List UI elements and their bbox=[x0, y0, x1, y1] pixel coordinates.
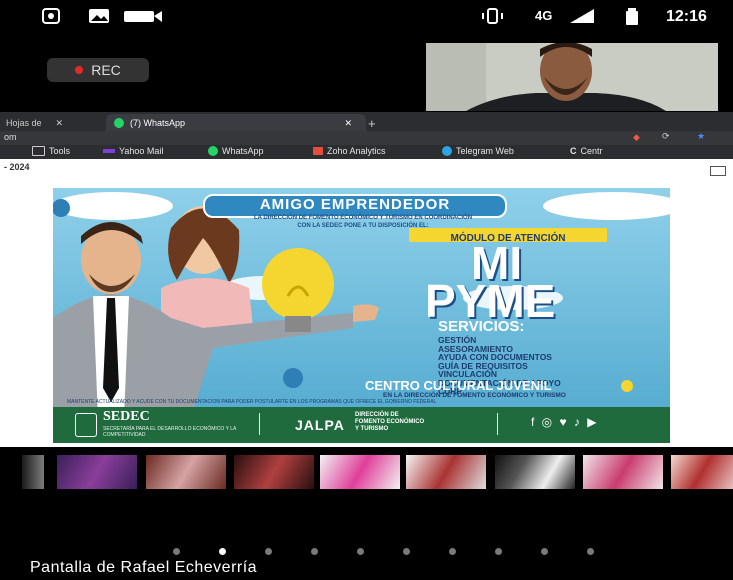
bookmark-yahoo-mail[interactable]: Yahoo Mail bbox=[103, 146, 163, 156]
thumbnail-strip bbox=[0, 450, 733, 495]
close-icon[interactable]: ✕ bbox=[344, 118, 352, 129]
zoho-icon bbox=[313, 147, 323, 155]
flyer-footer: SEDEC SECRETARÍA PARA EL DESARROLLO ECON… bbox=[53, 407, 670, 443]
browser-tab-bar: Hojas de ✕ (7) WhatsApp ✕ + bbox=[0, 112, 733, 132]
screen-share-icon bbox=[42, 8, 62, 24]
thumbnail[interactable] bbox=[320, 455, 400, 489]
thumbnail[interactable] bbox=[22, 455, 44, 489]
battery-icon bbox=[625, 8, 639, 25]
promo-flyer[interactable]: AMIGO EMPRENDEDOR LA DIRECCIÓN DE FOMENT… bbox=[53, 188, 670, 443]
vibrate-icon bbox=[481, 8, 505, 24]
expand-icon[interactable] bbox=[710, 166, 726, 176]
extension-icon[interactable]: ◆ bbox=[633, 132, 640, 143]
page-dot[interactable] bbox=[587, 548, 594, 555]
url-fragment: om bbox=[4, 132, 17, 142]
gallery-icon bbox=[88, 8, 110, 24]
sedec-name: SEDEC bbox=[103, 409, 150, 424]
thumbnail[interactable] bbox=[146, 455, 226, 489]
jalpa-logo: JALPA bbox=[295, 417, 345, 433]
status-bar: 4G 12:16 bbox=[0, 0, 733, 36]
signal-icon bbox=[568, 8, 596, 24]
tab-label: (7) WhatsApp bbox=[130, 118, 186, 128]
flyer-intro-line1: LA DIRECCIÓN DE FOMENTO ECONÓMICO Y TURI… bbox=[253, 215, 473, 221]
location-title: CENTRO CULTURAL JUVENIL bbox=[365, 378, 552, 393]
thumbnail[interactable] bbox=[406, 455, 486, 489]
network-type: 4G bbox=[535, 8, 553, 23]
social-icons: f ◎ ♥ ♪ ▶ bbox=[531, 415, 599, 429]
bookmark-tools[interactable]: Tools bbox=[32, 146, 70, 156]
sedec-sub: SECRETARÍA PARA EL DESARROLLO ECONÓMICO … bbox=[103, 426, 237, 438]
share-icon[interactable]: ⟳ bbox=[662, 131, 670, 142]
page-dot[interactable] bbox=[357, 548, 364, 555]
bookmark-whatsapp[interactable]: WhatsApp bbox=[208, 146, 264, 156]
page-dot[interactable] bbox=[173, 548, 180, 555]
bookmarks-bar: Tools Yahoo Mail WhatsApp Zoho Analytics… bbox=[0, 145, 733, 159]
whatsapp-icon bbox=[114, 118, 124, 128]
tab-hojas[interactable]: Hojas de ✕ bbox=[0, 114, 106, 132]
location-pin-icon bbox=[621, 380, 633, 392]
clock: 12:16 bbox=[666, 8, 707, 25]
tab-label: Hojas de bbox=[6, 118, 42, 128]
bookmark-telegram-web[interactable]: Telegram Web bbox=[442, 146, 514, 156]
bookmark-centr[interactable]: C Centr bbox=[570, 146, 603, 156]
telegram-icon bbox=[442, 146, 452, 156]
page-dot[interactable] bbox=[311, 548, 318, 555]
page-dot-active[interactable] bbox=[219, 548, 226, 555]
flyer-header-text: AMIGO EMPRENDEDOR bbox=[259, 196, 451, 213]
address-bar[interactable]: om ◆ ⟳ ★ bbox=[0, 131, 733, 145]
c-icon: C bbox=[570, 146, 577, 156]
thumbnail[interactable] bbox=[57, 455, 137, 489]
video-camera-icon bbox=[124, 8, 164, 24]
record-dot-icon bbox=[75, 66, 84, 74]
screen-share-caption: Pantalla de Rafael Echeverría bbox=[30, 559, 258, 576]
thumbnail[interactable] bbox=[671, 455, 733, 489]
page-dot[interactable] bbox=[449, 548, 456, 555]
page-dot[interactable] bbox=[403, 548, 410, 555]
divider bbox=[497, 413, 498, 435]
thumbnail[interactable] bbox=[495, 455, 575, 489]
direccion-block: DIRECCIÓN DE FOMENTO ECONÓMICO Y TURISMO bbox=[355, 412, 425, 432]
participant-video[interactable] bbox=[426, 43, 718, 111]
page-dot[interactable] bbox=[265, 548, 272, 555]
location-sub: EN LA DIRECCIÓN DE FOMENTO ECONÓMICO Y T… bbox=[383, 392, 566, 399]
whatsapp-icon bbox=[208, 146, 218, 156]
new-tab-button[interactable]: + bbox=[368, 114, 384, 132]
close-icon[interactable]: ✕ bbox=[56, 118, 64, 129]
services-heading: SERVICIOS: bbox=[438, 318, 525, 335]
sedec-seal-icon bbox=[75, 413, 97, 437]
recording-label: REC bbox=[91, 62, 121, 78]
page-date: - 2024 bbox=[4, 162, 30, 172]
participant-video-image bbox=[426, 43, 718, 111]
thumbnail[interactable] bbox=[234, 455, 314, 489]
page-dot[interactable] bbox=[495, 548, 502, 555]
page-indicator bbox=[170, 546, 610, 556]
bookmark-zoho-analytics[interactable]: Zoho Analytics bbox=[313, 146, 386, 156]
thumbnail[interactable] bbox=[583, 455, 663, 489]
bookmark-star-icon[interactable]: ★ bbox=[697, 131, 705, 142]
tab-whatsapp[interactable]: (7) WhatsApp ✕ bbox=[106, 114, 366, 132]
yahoo-icon bbox=[103, 149, 115, 153]
folder-icon bbox=[32, 146, 45, 156]
divider bbox=[259, 413, 260, 435]
recording-indicator[interactable]: REC bbox=[47, 58, 149, 82]
page-dot[interactable] bbox=[541, 548, 548, 555]
footer-note: MANTENTE ACTUALIZADO Y ACUDE CON TU DOCU… bbox=[67, 399, 437, 405]
